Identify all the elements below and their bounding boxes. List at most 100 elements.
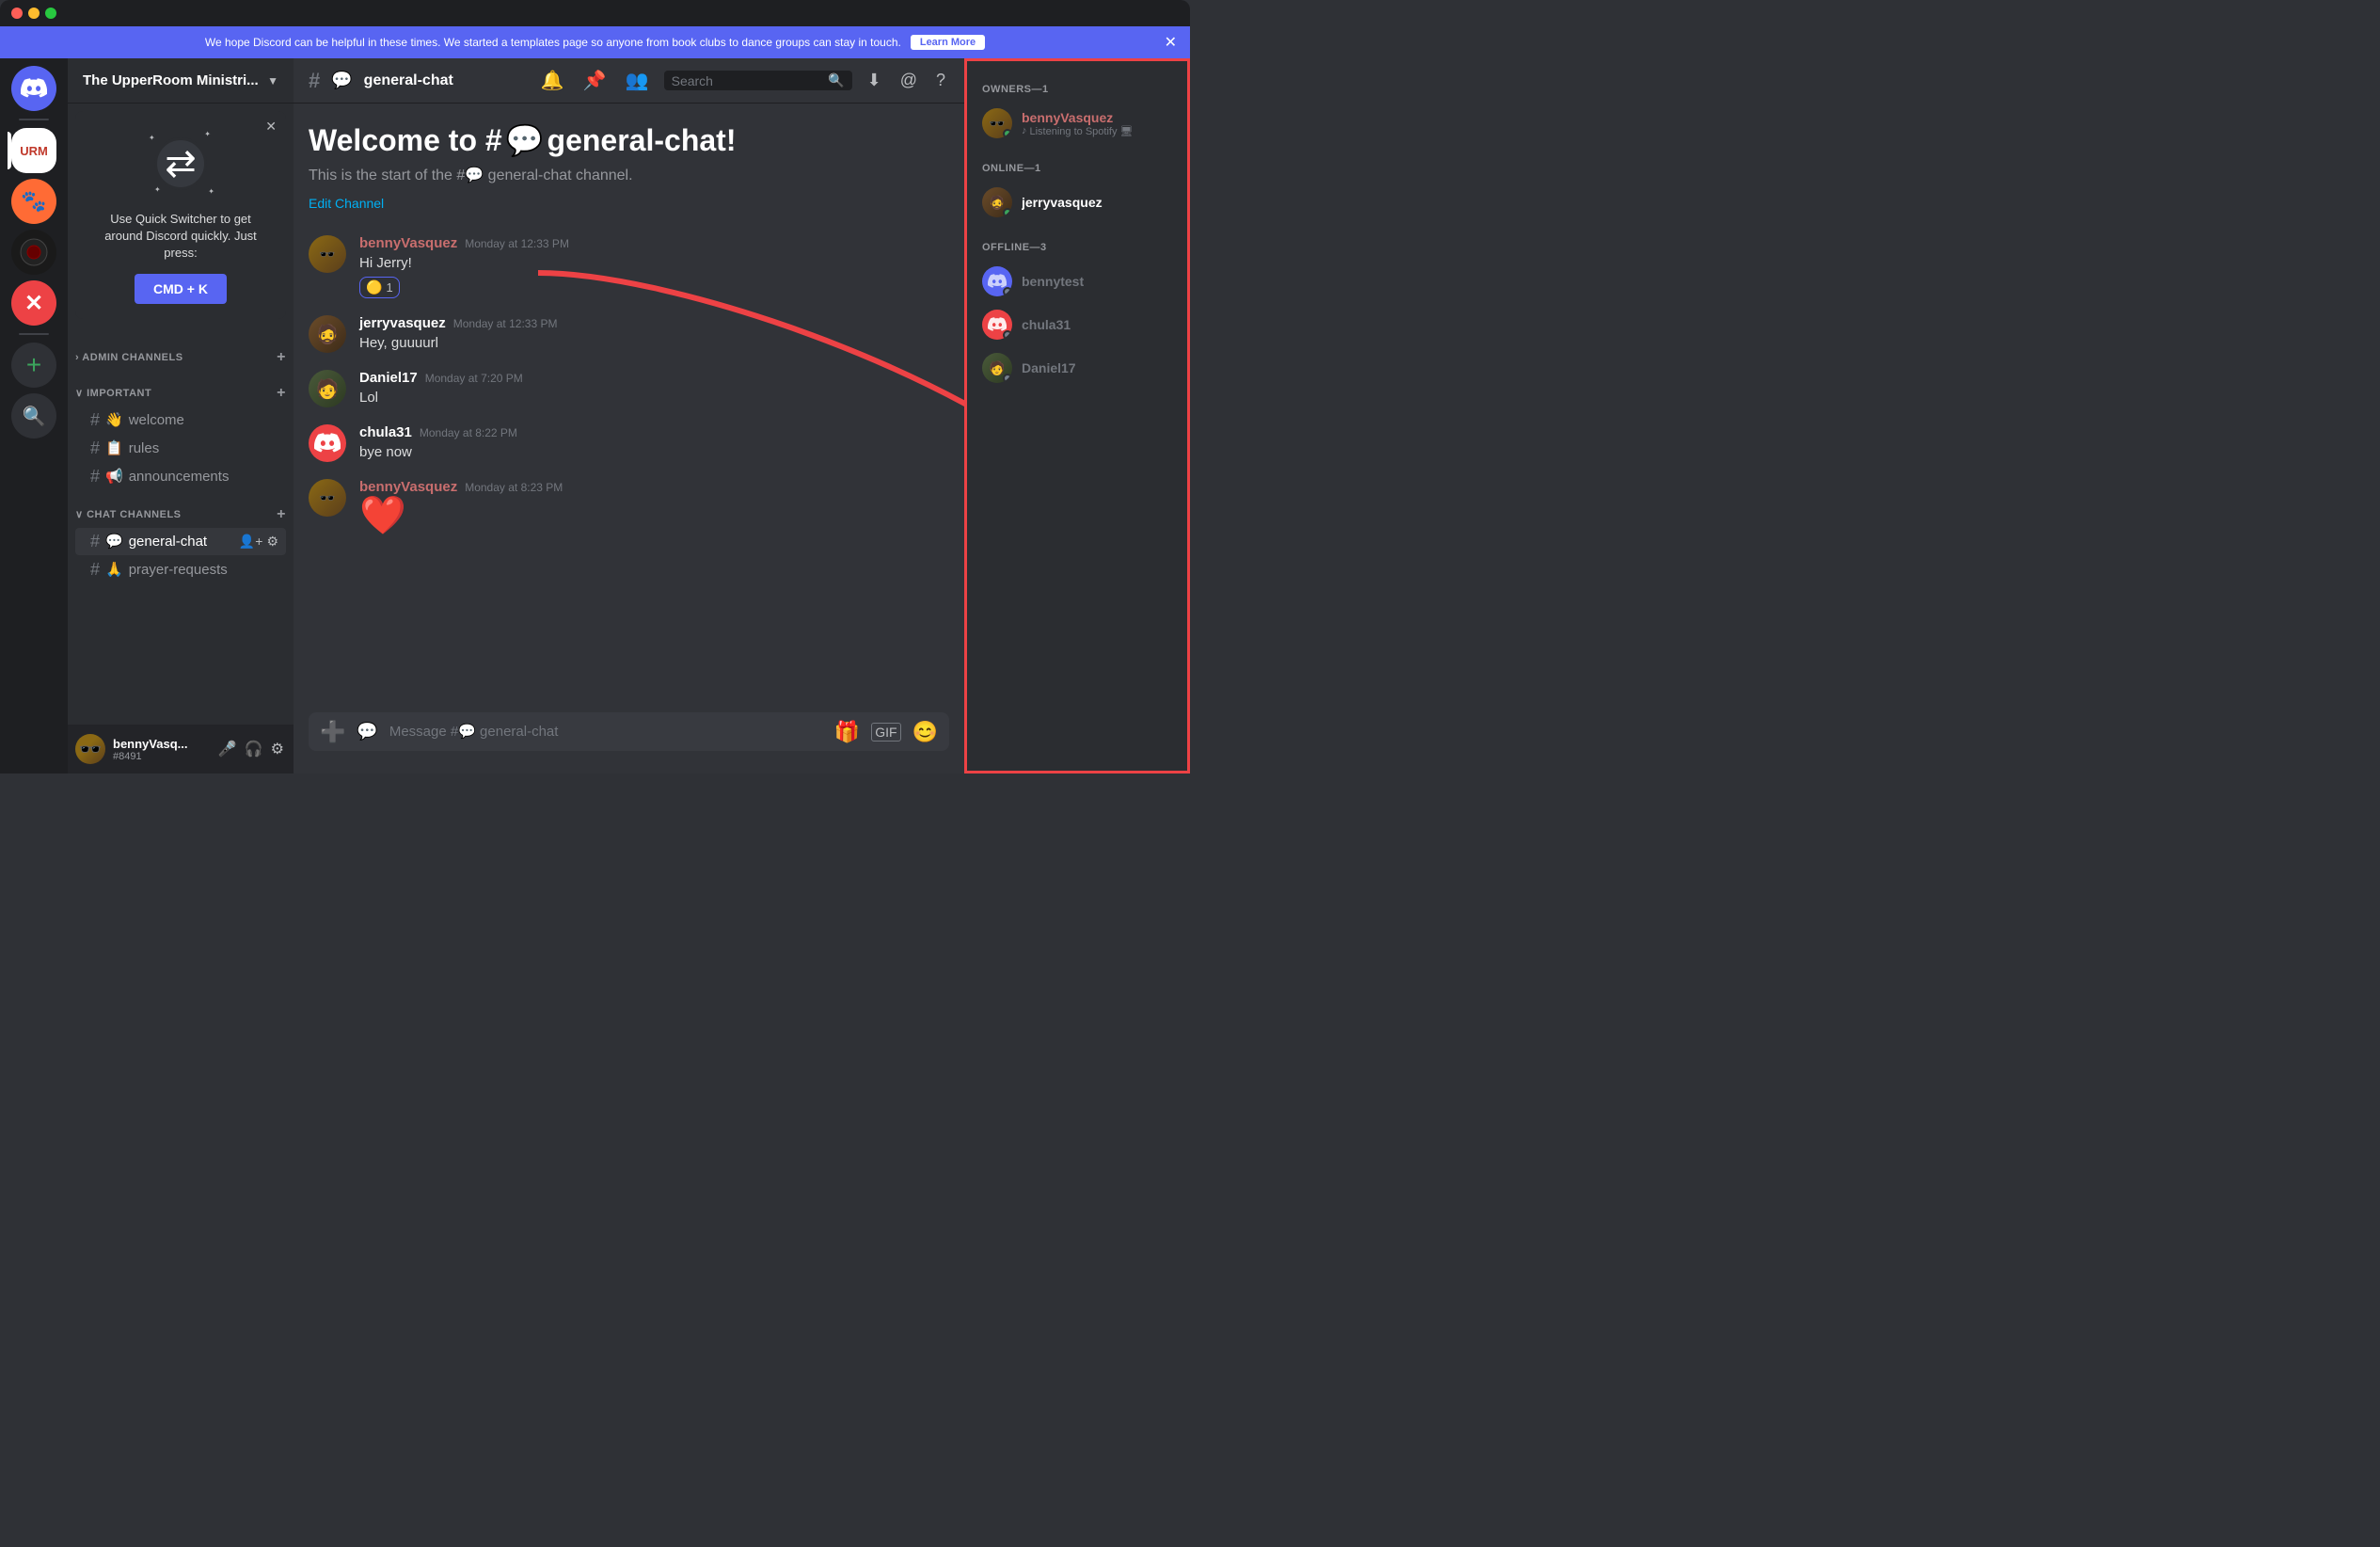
settings-icon[interactable]: ⚙ — [266, 534, 278, 550]
member-name-benny: bennyVasquez — [1022, 110, 1172, 125]
channel-emoji-announcements: 📢 — [105, 468, 123, 485]
mute-microphone-icon[interactable]: 🎤 — [216, 738, 239, 760]
channel-hash-general-chat: # — [90, 532, 100, 551]
msg-timestamp-2: Monday at 12:33 PM — [453, 317, 558, 330]
member-item-chula31[interactable]: chula31 — [975, 304, 1180, 345]
channel-header-emoji: 💬 — [331, 71, 352, 90]
server-name: The UpperRoom Ministri... — [83, 72, 259, 88]
explore-servers-button[interactable]: 🔍 — [11, 393, 56, 439]
member-info-benny: bennyVasquez ♪ Listening to Spotify 🖥 — [1022, 110, 1172, 137]
msg-content-5: bennyVasquez Monday at 8:23 PM ❤️ — [359, 479, 949, 534]
active-server-indicator — [8, 132, 11, 169]
quick-switcher-close[interactable]: ✕ — [265, 119, 277, 135]
add-attachment-icon[interactable]: ➕ — [320, 720, 345, 744]
close-button[interactable] — [11, 8, 23, 19]
msg-header-5: bennyVasquez Monday at 8:23 PM — [359, 479, 949, 495]
pinned-messages-icon[interactable]: 📌 — [579, 69, 611, 92]
category-important[interactable]: ∨ IMPORTANT + — [68, 370, 294, 406]
member-info-jerry: jerryvasquez — [1022, 195, 1172, 210]
server-header[interactable]: The UpperRoom Ministri... ▼ — [68, 58, 294, 104]
channel-name-announcements: announcements — [129, 469, 278, 485]
app-container: URM 🐾 ✕ + 🔍 The UpperRoom Ministri... ▼ — [0, 58, 1190, 774]
message-text-input[interactable] — [389, 712, 823, 751]
msg-timestamp-3: Monday at 7:20 PM — [425, 372, 523, 385]
reaction-emoji-1: 🟡 — [366, 279, 382, 295]
add-server-button[interactable]: + — [11, 343, 56, 388]
server-icon-dark[interactable] — [11, 230, 56, 275]
channel-item-general-chat[interactable]: # 💬 general-chat 👤+ ⚙ — [75, 528, 286, 555]
quick-switcher-icon-area: ✦ ✦ ⇄ ✦ ✦ — [143, 126, 218, 201]
msg-avatar-daniel-icon: 🧑 — [316, 377, 340, 401]
member-avatar-bennytest — [982, 266, 1012, 296]
message-group-5: 🕶️ bennyVasquez Monday at 8:23 PM ❤️ — [309, 479, 949, 534]
channel-item-rules[interactable]: # 📋 rules — [75, 435, 286, 462]
gift-icon[interactable]: 🎁 — [834, 720, 860, 744]
quick-switcher-arrows-icon: ⇄ — [154, 137, 207, 190]
search-icon: 🔍 — [828, 72, 844, 88]
minimize-button[interactable] — [28, 8, 40, 19]
member-item-bennytest[interactable]: bennytest — [975, 261, 1180, 302]
member-item-benny-vasquez[interactable]: 🕶️ bennyVasquez ♪ Listening to Spotify 🖥 — [975, 103, 1180, 144]
learn-more-button[interactable]: Learn More — [911, 35, 985, 50]
user-settings-icon[interactable]: ⚙ — [269, 738, 286, 760]
messages-area: Welcome to # 💬 general-chat! This is the… — [294, 104, 964, 712]
welcome-section: Welcome to # 💬 general-chat! This is the… — [309, 122, 949, 213]
qs-dot-4: ✦ — [208, 187, 214, 196]
deafen-headphones-icon[interactable]: 🎧 — [243, 738, 265, 760]
channel-actions-general: 👤+ ⚙ — [239, 534, 278, 550]
channel-item-welcome[interactable]: # 👋 welcome — [75, 407, 286, 434]
help-icon[interactable]: ? — [932, 71, 949, 90]
member-item-daniel17[interactable]: 🧑 Daniel17 — [975, 347, 1180, 389]
member-item-jerry[interactable]: 🧔 jerryvasquez — [975, 182, 1180, 223]
search-bar[interactable]: 🔍 — [664, 71, 852, 90]
add-channel-important[interactable]: + — [277, 385, 286, 402]
at-mention-icon[interactable]: @ — [896, 71, 921, 90]
title-bar — [0, 0, 1190, 26]
server-icon-urm[interactable]: URM — [11, 128, 56, 173]
member-status-dot-jerry — [1003, 208, 1012, 217]
edit-channel-link[interactable]: Edit Channel — [309, 196, 384, 211]
gif-icon[interactable]: GIF — [871, 723, 900, 742]
channel-header-name: general-chat — [364, 72, 453, 89]
notifications-bell-icon[interactable]: 🔔 — [537, 69, 568, 92]
emoji-icon[interactable]: 😊 — [912, 720, 938, 744]
msg-content-1: bennyVasquez Monday at 12:33 PM Hi Jerry… — [359, 235, 949, 298]
qs-dot-3: ✦ — [154, 185, 161, 194]
msg-timestamp-5: Monday at 8:23 PM — [465, 481, 563, 494]
server-icon-redx[interactable]: ✕ — [11, 280, 56, 326]
traffic-lights — [11, 8, 56, 19]
msg-header-2: jerryvasquez Monday at 12:33 PM — [359, 315, 949, 331]
channel-item-announcements[interactable]: # 📢 announcements — [75, 463, 286, 490]
category-admin-channels[interactable]: › ADMIN CHANNELS + — [68, 334, 294, 370]
banner-close-button[interactable]: ✕ — [1165, 33, 1177, 52]
channel-sidebar: The UpperRoom Ministri... ▼ ✕ ✦ ✦ ⇄ ✦ ✦ … — [68, 58, 294, 774]
user-bar: 🕶️ bennyVasq... #8491 🎤 🎧 ⚙ — [68, 725, 294, 774]
channels-list: › ADMIN CHANNELS + ∨ IMPORTANT + # 👋 wel… — [68, 327, 294, 725]
maximize-button[interactable] — [45, 8, 56, 19]
quick-switcher-shortcut-button[interactable]: CMD + K — [135, 274, 227, 304]
member-name-daniel17: Daniel17 — [1022, 360, 1172, 375]
channel-name-prayer: prayer-requests — [129, 562, 278, 578]
invite-icon[interactable]: 👤+ — [239, 534, 263, 550]
msg-content-3: Daniel17 Monday at 7:20 PM Lol — [359, 370, 949, 407]
member-avatar-daniel-icon: 🧑 — [989, 360, 1005, 376]
channel-header-hash-icon: # — [309, 69, 320, 93]
server-icon-discord-home[interactable] — [11, 66, 56, 111]
member-status-dot-daniel17 — [1003, 374, 1012, 383]
members-list-icon[interactable]: 👥 — [622, 69, 653, 92]
add-channel-chat[interactable]: + — [277, 506, 286, 523]
channel-emoji-prayer: 🙏 — [105, 561, 123, 578]
channel-item-prayer-requests[interactable]: # 🙏 prayer-requests — [75, 556, 286, 583]
current-user-avatar[interactable]: 🕶️ — [75, 734, 105, 764]
category-chat-channels[interactable]: ∨ CHAT CHANNELS + — [68, 491, 294, 527]
add-channel-admin[interactable]: + — [277, 349, 286, 366]
inbox-download-icon[interactable]: ⬇ — [864, 71, 885, 90]
msg-reaction-1[interactable]: 🟡 1 — [359, 277, 400, 298]
message-group-1: 🕶️ bennyVasquez Monday at 12:33 PM Hi Je… — [309, 235, 949, 298]
message-input-area: ➕ 💬 🎁 GIF 😊 — [294, 712, 964, 774]
search-input[interactable] — [672, 73, 823, 88]
member-avatar-benny-icon: 🕶️ — [989, 116, 1005, 132]
message-group-3: 🧑 Daniel17 Monday at 7:20 PM Lol — [309, 370, 949, 407]
msg-author-benny-2: bennyVasquez — [359, 479, 457, 495]
server-icon-paw[interactable]: 🐾 — [11, 179, 56, 224]
